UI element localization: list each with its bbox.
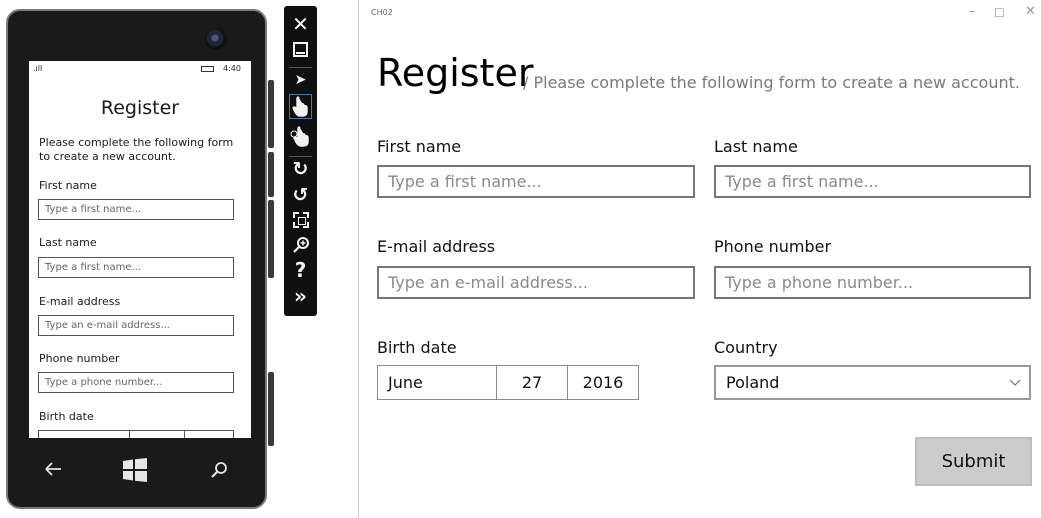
country-select[interactable]: Poland (714, 365, 1031, 400)
camera-button (268, 372, 274, 446)
birth-month-picker[interactable]: June (377, 365, 497, 400)
birth-date-label: Birth date (377, 338, 457, 357)
first-name-label: First name (377, 137, 462, 156)
phone-phone-input[interactable]: Type a phone number... (38, 372, 234, 393)
chevron-down-icon (1009, 379, 1021, 386)
rotate-counterclockwise-icon[interactable]: ↺ (284, 184, 317, 206)
last-name-label: Last name (714, 137, 798, 156)
status-time: 4:40 (223, 64, 241, 73)
maximize-window-icon[interactable]: ☐ (994, 6, 1005, 20)
phone-screen: .ıll 4:40 Register Please complete the f… (29, 61, 251, 438)
phone-label: Phone number (714, 237, 832, 256)
phone-description: Please complete the following form to cr… (39, 136, 234, 163)
touch-icon[interactable] (289, 94, 312, 119)
phone-last-name-label: Last name (39, 236, 97, 249)
phone-input[interactable]: Type a phone number... (714, 266, 1031, 299)
search-icon[interactable] (210, 461, 228, 479)
volume-button (268, 80, 274, 148)
camera-icon (205, 28, 227, 50)
zoom-icon[interactable] (292, 236, 310, 254)
windows-icon[interactable] (123, 458, 147, 482)
country-label: Country (714, 338, 778, 357)
phone-first-name-label: First name (39, 179, 97, 192)
email-input[interactable]: Type an e-mail address... (377, 266, 695, 299)
phone-email-input[interactable]: Type an e-mail address... (38, 315, 234, 336)
page-subtitle: / Please complete the following form to … (523, 73, 1020, 92)
pointer-icon[interactable]: ➤ (284, 72, 317, 88)
birth-day-picker[interactable]: 27 (496, 365, 568, 400)
close-icon[interactable]: ✕ (284, 12, 317, 36)
side-button (268, 200, 274, 278)
phone-first-name-input[interactable]: Type a first name... (38, 199, 234, 220)
phone-birth-date-label: Birth date (39, 410, 94, 423)
help-icon[interactable]: ? (284, 258, 317, 282)
emulator-toolbar: ✕ ➤ ↻ ↺ ? » (284, 6, 317, 316)
minimize-window-icon[interactable]: – (969, 4, 976, 19)
rotate-clockwise-icon[interactable]: ↻ (284, 158, 317, 180)
phone-birth-date-picker[interactable] (38, 430, 234, 438)
phone-page-title: Register (100, 97, 180, 119)
page-title: Register (377, 51, 534, 95)
tools-icon[interactable]: » (284, 284, 317, 308)
email-label: E-mail address (377, 237, 496, 256)
birth-year-picker[interactable]: 2016 (567, 365, 639, 400)
country-value: Poland (726, 373, 780, 392)
close-window-icon[interactable]: ✕ (1025, 4, 1036, 19)
window-title: CH02 (371, 8, 393, 17)
app-window: CH02 – ☐ ✕ Register / Please complete th… (358, 0, 1041, 518)
battery-icon (201, 66, 214, 72)
power-button (268, 152, 274, 197)
signal-icon: .ıll (33, 64, 43, 73)
multi-touch-icon[interactable] (290, 124, 312, 150)
submit-button[interactable]: Submit (915, 437, 1032, 486)
phone-phone-label: Phone number (39, 352, 120, 365)
minimize-icon[interactable] (293, 42, 308, 57)
fit-to-screen-icon[interactable] (293, 212, 309, 228)
phone-last-name-input[interactable]: Type a first name... (38, 257, 234, 278)
first-name-input[interactable]: Type a first name... (377, 165, 695, 198)
last-name-input[interactable]: Type a first name... (714, 165, 1031, 198)
phone-email-label: E-mail address (39, 295, 121, 308)
back-icon[interactable] (44, 462, 62, 476)
